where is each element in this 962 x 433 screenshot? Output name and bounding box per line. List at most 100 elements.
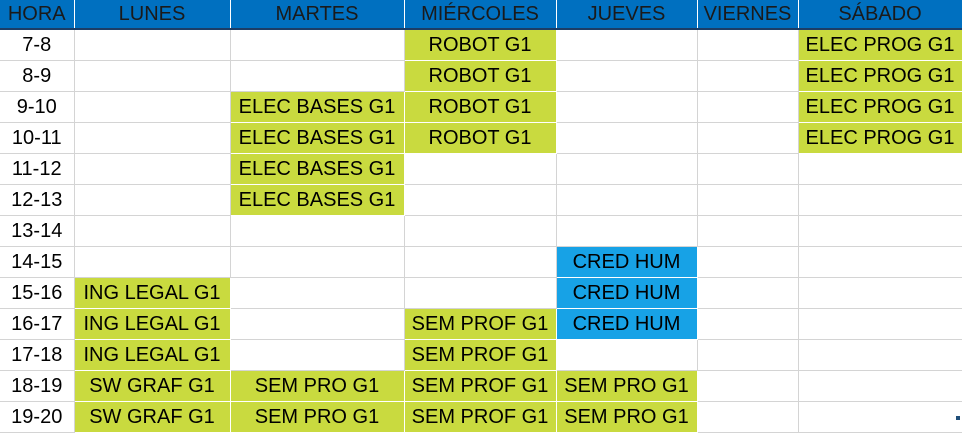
cell-wednesday[interactable]: ROBOT G1: [404, 122, 557, 154]
cell-monday[interactable]: SW GRAF G1: [74, 401, 231, 433]
cell-friday[interactable]: [697, 91, 799, 123]
cell-thursday[interactable]: [556, 339, 698, 371]
cell-wednesday[interactable]: SEM PROF G1: [404, 370, 557, 402]
cell-wednesday[interactable]: [404, 246, 557, 278]
cell-saturday[interactable]: [798, 153, 962, 185]
cell-thursday[interactable]: CRED HUM: [556, 246, 698, 278]
cell-wednesday[interactable]: [404, 153, 557, 185]
cell-saturday[interactable]: [798, 308, 962, 340]
cell-saturday[interactable]: ELEC PROG G1: [798, 29, 962, 61]
cell-thursday[interactable]: [556, 91, 698, 123]
cell-monday[interactable]: ING LEGAL G1: [74, 339, 231, 371]
cell-wednesday[interactable]: [404, 215, 557, 247]
cell-friday[interactable]: [697, 339, 799, 371]
hour-cell[interactable]: 19-20: [0, 401, 75, 433]
cell-wednesday[interactable]: SEM PROF G1: [404, 401, 557, 433]
cell-tuesday[interactable]: [230, 246, 405, 278]
cell-monday[interactable]: ING LEGAL G1: [74, 308, 231, 340]
cell-tuesday[interactable]: ELEC BASES G1: [230, 122, 405, 154]
cell-wednesday[interactable]: ROBOT G1: [404, 91, 557, 123]
cell-wednesday[interactable]: ROBOT G1: [404, 29, 557, 61]
cell-thursday[interactable]: [556, 215, 698, 247]
cell-saturday[interactable]: [798, 401, 962, 433]
cell-thursday[interactable]: [556, 184, 698, 216]
cell-thursday[interactable]: [556, 153, 698, 185]
column-header-monday[interactable]: LUNES: [74, 0, 231, 30]
cell-monday[interactable]: [74, 60, 231, 92]
hour-cell[interactable]: 9-10: [0, 91, 75, 123]
cell-thursday[interactable]: [556, 60, 698, 92]
cell-thursday[interactable]: SEM PRO G1: [556, 401, 698, 433]
column-header-saturday[interactable]: SÁBADO: [798, 0, 962, 30]
cell-tuesday[interactable]: [230, 277, 405, 309]
cell-saturday[interactable]: [798, 184, 962, 216]
hour-cell[interactable]: 10-11: [0, 122, 75, 154]
cell-monday[interactable]: [74, 122, 231, 154]
cell-friday[interactable]: [697, 401, 799, 433]
cell-monday[interactable]: SW GRAF G1: [74, 370, 231, 402]
cell-wednesday[interactable]: [404, 184, 557, 216]
column-header-thursday[interactable]: JUEVES: [556, 0, 698, 30]
cell-tuesday[interactable]: [230, 60, 405, 92]
cell-saturday[interactable]: [798, 246, 962, 278]
cell-friday[interactable]: [697, 29, 799, 61]
cell-thursday[interactable]: [556, 122, 698, 154]
cell-thursday[interactable]: CRED HUM: [556, 277, 698, 309]
hour-cell[interactable]: 15-16: [0, 277, 75, 309]
hour-cell[interactable]: 16-17: [0, 308, 75, 340]
cell-friday[interactable]: [697, 308, 799, 340]
column-header-hour[interactable]: HORA: [0, 0, 75, 30]
hour-cell[interactable]: 17-18: [0, 339, 75, 371]
cell-tuesday[interactable]: SEM PRO G1: [230, 401, 405, 433]
cell-saturday[interactable]: ELEC PROG G1: [798, 91, 962, 123]
cell-friday[interactable]: [697, 277, 799, 309]
cell-monday[interactable]: [74, 91, 231, 123]
hour-cell[interactable]: 18-19: [0, 370, 75, 402]
cell-friday[interactable]: [697, 153, 799, 185]
hour-cell[interactable]: 13-14: [0, 215, 75, 247]
cell-saturday[interactable]: [798, 370, 962, 402]
column-header-tuesday[interactable]: MARTES: [230, 0, 405, 30]
fill-handle-icon[interactable]: [956, 416, 960, 420]
cell-friday[interactable]: [697, 60, 799, 92]
column-header-friday[interactable]: VIERNES: [697, 0, 799, 30]
cell-tuesday[interactable]: SEM PRO G1: [230, 370, 405, 402]
cell-wednesday[interactable]: ROBOT G1: [404, 60, 557, 92]
table-row: 7-8 ROBOT G1 ELEC PROG G1: [0, 29, 962, 61]
cell-monday[interactable]: [74, 215, 231, 247]
cell-monday[interactable]: ING LEGAL G1: [74, 277, 231, 309]
hour-cell[interactable]: 7-8: [0, 29, 75, 61]
cell-tuesday[interactable]: ELEC BASES G1: [230, 153, 405, 185]
cell-tuesday[interactable]: [230, 215, 405, 247]
cell-thursday[interactable]: [556, 29, 698, 61]
cell-saturday[interactable]: [798, 339, 962, 371]
cell-friday[interactable]: [697, 246, 799, 278]
cell-saturday[interactable]: ELEC PROG G1: [798, 60, 962, 92]
cell-tuesday[interactable]: ELEC BASES G1: [230, 91, 405, 123]
cell-wednesday[interactable]: [404, 277, 557, 309]
cell-tuesday[interactable]: [230, 29, 405, 61]
hour-cell[interactable]: 12-13: [0, 184, 75, 216]
hour-cell[interactable]: 8-9: [0, 60, 75, 92]
hour-cell[interactable]: 11-12: [0, 153, 75, 185]
cell-tuesday[interactable]: ELEC BASES G1: [230, 184, 405, 216]
cell-friday[interactable]: [697, 370, 799, 402]
column-header-wednesday[interactable]: MIÉRCOLES: [404, 0, 557, 30]
cell-monday[interactable]: [74, 29, 231, 61]
cell-monday[interactable]: [74, 184, 231, 216]
hour-cell[interactable]: 14-15: [0, 246, 75, 278]
cell-monday[interactable]: [74, 246, 231, 278]
cell-thursday[interactable]: SEM PRO G1: [556, 370, 698, 402]
cell-saturday[interactable]: [798, 215, 962, 247]
cell-friday[interactable]: [697, 184, 799, 216]
cell-friday[interactable]: [697, 215, 799, 247]
cell-monday[interactable]: [74, 153, 231, 185]
cell-wednesday[interactable]: SEM PROF G1: [404, 339, 557, 371]
cell-thursday[interactable]: CRED HUM: [556, 308, 698, 340]
cell-tuesday[interactable]: [230, 308, 405, 340]
cell-saturday[interactable]: ELEC PROG G1: [798, 122, 962, 154]
cell-wednesday[interactable]: SEM PROF G1: [404, 308, 557, 340]
cell-friday[interactable]: [697, 122, 799, 154]
cell-saturday[interactable]: [798, 277, 962, 309]
cell-tuesday[interactable]: [230, 339, 405, 371]
